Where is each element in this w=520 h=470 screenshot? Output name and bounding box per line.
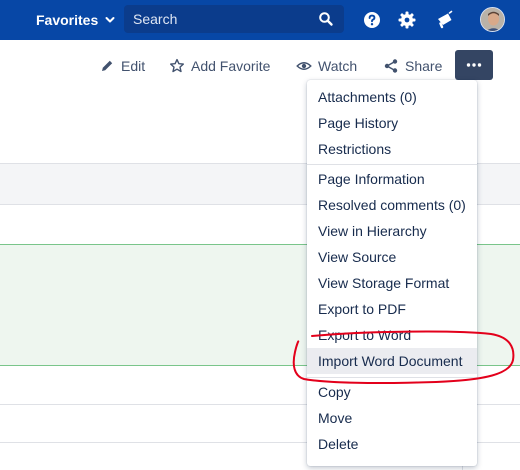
search-input[interactable]: Search: [124, 5, 344, 33]
share-label: Share: [405, 58, 443, 74]
menu-item-attachments[interactable]: Attachments (0): [307, 84, 477, 110]
notifications-megaphone-icon[interactable]: [435, 10, 455, 30]
edit-button[interactable]: Edit: [99, 56, 145, 76]
search-icon: [319, 12, 333, 26]
add-favorite-label: Add Favorite: [191, 58, 271, 74]
menu-item-copy[interactable]: Copy: [307, 379, 477, 405]
gear-icon[interactable]: [397, 10, 417, 30]
share-button[interactable]: Share: [383, 56, 442, 76]
more-dots-icon: [466, 63, 482, 67]
menu-item-view-source[interactable]: View Source: [307, 244, 477, 270]
avatar-photo: [481, 8, 504, 31]
menu-item-export-to-pdf[interactable]: Export to PDF: [307, 296, 477, 322]
help-icon[interactable]: [362, 10, 382, 30]
top-navigation-bar: Favorites Search: [0, 0, 520, 40]
menu-separator: [307, 377, 477, 378]
eye-icon: [296, 62, 312, 70]
favorites-label: Favorites: [36, 12, 99, 28]
menu-item-page-history[interactable]: Page History: [307, 110, 477, 136]
menu-separator: [307, 164, 477, 165]
more-actions-dropdown-menu: Attachments (0) Page History Restriction…: [307, 80, 477, 466]
menu-item-restrictions[interactable]: Restrictions: [307, 136, 477, 162]
watch-label: Watch: [318, 58, 358, 74]
more-actions-button[interactable]: [455, 50, 493, 80]
add-favorite-button[interactable]: Add Favorite: [169, 56, 270, 76]
menu-item-view-storage-format[interactable]: View Storage Format: [307, 270, 477, 296]
menu-item-view-in-hierarchy[interactable]: View in Hierarchy: [307, 218, 477, 244]
menu-item-move[interactable]: Move: [307, 405, 477, 431]
user-avatar[interactable]: [480, 7, 505, 32]
chevron-down-icon: [105, 17, 115, 23]
watch-button[interactable]: Watch: [296, 56, 357, 76]
menu-item-delete[interactable]: Delete: [307, 431, 477, 457]
menu-item-import-word-document[interactable]: Import Word Document: [307, 348, 477, 374]
star-icon: [170, 58, 184, 73]
share-icon: [384, 59, 398, 73]
menu-item-resolved-comments[interactable]: Resolved comments (0): [307, 192, 477, 218]
menu-item-export-to-word[interactable]: Export to Word: [307, 322, 477, 348]
menu-item-page-information[interactable]: Page Information: [307, 166, 477, 192]
pencil-icon: [102, 60, 113, 71]
edit-label: Edit: [121, 58, 146, 74]
search-placeholder: Search: [133, 11, 178, 27]
favorites-menu[interactable]: Favorites: [36, 10, 115, 30]
